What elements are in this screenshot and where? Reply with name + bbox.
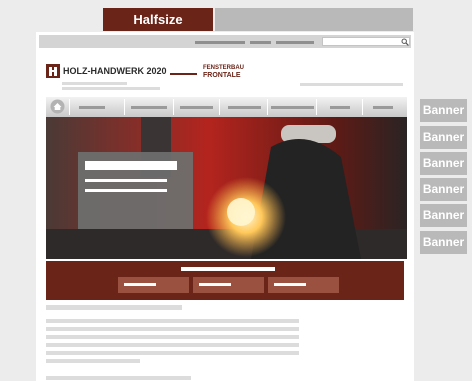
nav-separator [267,99,268,115]
banner-ad-5[interactable]: Banner [420,204,467,227]
content-line [46,376,191,380]
search-icon[interactable] [401,38,409,46]
hero-subline [85,179,167,182]
content-line [46,319,299,323]
nav-item[interactable] [180,106,213,109]
logo-mark-icon [46,64,60,78]
content-line [46,359,140,363]
tab-fullsize-placeholder[interactable] [215,8,413,31]
nav-separator [362,99,363,115]
utility-link[interactable] [250,41,271,44]
header-meta-line [300,83,403,86]
banner-ad-2[interactable]: Banner [420,126,467,149]
partner-logo[interactable]: FENSTERBAU FRONTALE [203,65,244,79]
nav-separator [173,99,174,115]
nav-item[interactable] [373,106,393,109]
banner-ad-1[interactable]: Banner [420,99,467,122]
home-icon[interactable] [50,99,65,114]
content-line [46,351,299,355]
banner-ad-3[interactable]: Banner [420,152,467,175]
utility-link[interactable] [195,41,245,44]
nav-separator [219,99,220,115]
nav-item[interactable] [228,106,261,109]
nav-separator [316,99,317,115]
logo-tagline [62,87,160,90]
cta-button[interactable] [193,277,264,293]
nav-item[interactable] [330,106,350,109]
nav-separator [124,99,125,115]
search-input[interactable] [322,37,410,46]
utility-link[interactable] [276,41,314,44]
nav-item[interactable] [271,106,314,109]
hero-headline [85,161,177,170]
nav-item[interactable] [79,106,105,109]
banner-ad-4[interactable]: Banner [420,178,467,201]
content-line [46,343,299,347]
banner-ad-6[interactable]: Banner [420,231,467,254]
content-line [46,335,299,339]
partner-logo-line1: FENSTERBAU [203,65,245,71]
logo-divider [170,73,197,75]
cta-heading [181,267,275,271]
partner-logo-line2: FRONTALE [203,72,241,79]
logo-tagline [62,82,127,85]
logo-text[interactable]: HOLZ-HANDWERK 2020 [63,66,167,76]
nav-item[interactable] [131,106,167,109]
content-heading [46,305,182,310]
hero-subline [85,189,167,192]
cta-button[interactable] [118,277,189,293]
nav-separator [69,99,70,115]
tab-halfsize[interactable]: Halfsize [103,8,213,31]
content-line [46,327,299,331]
cta-button[interactable] [268,277,339,293]
